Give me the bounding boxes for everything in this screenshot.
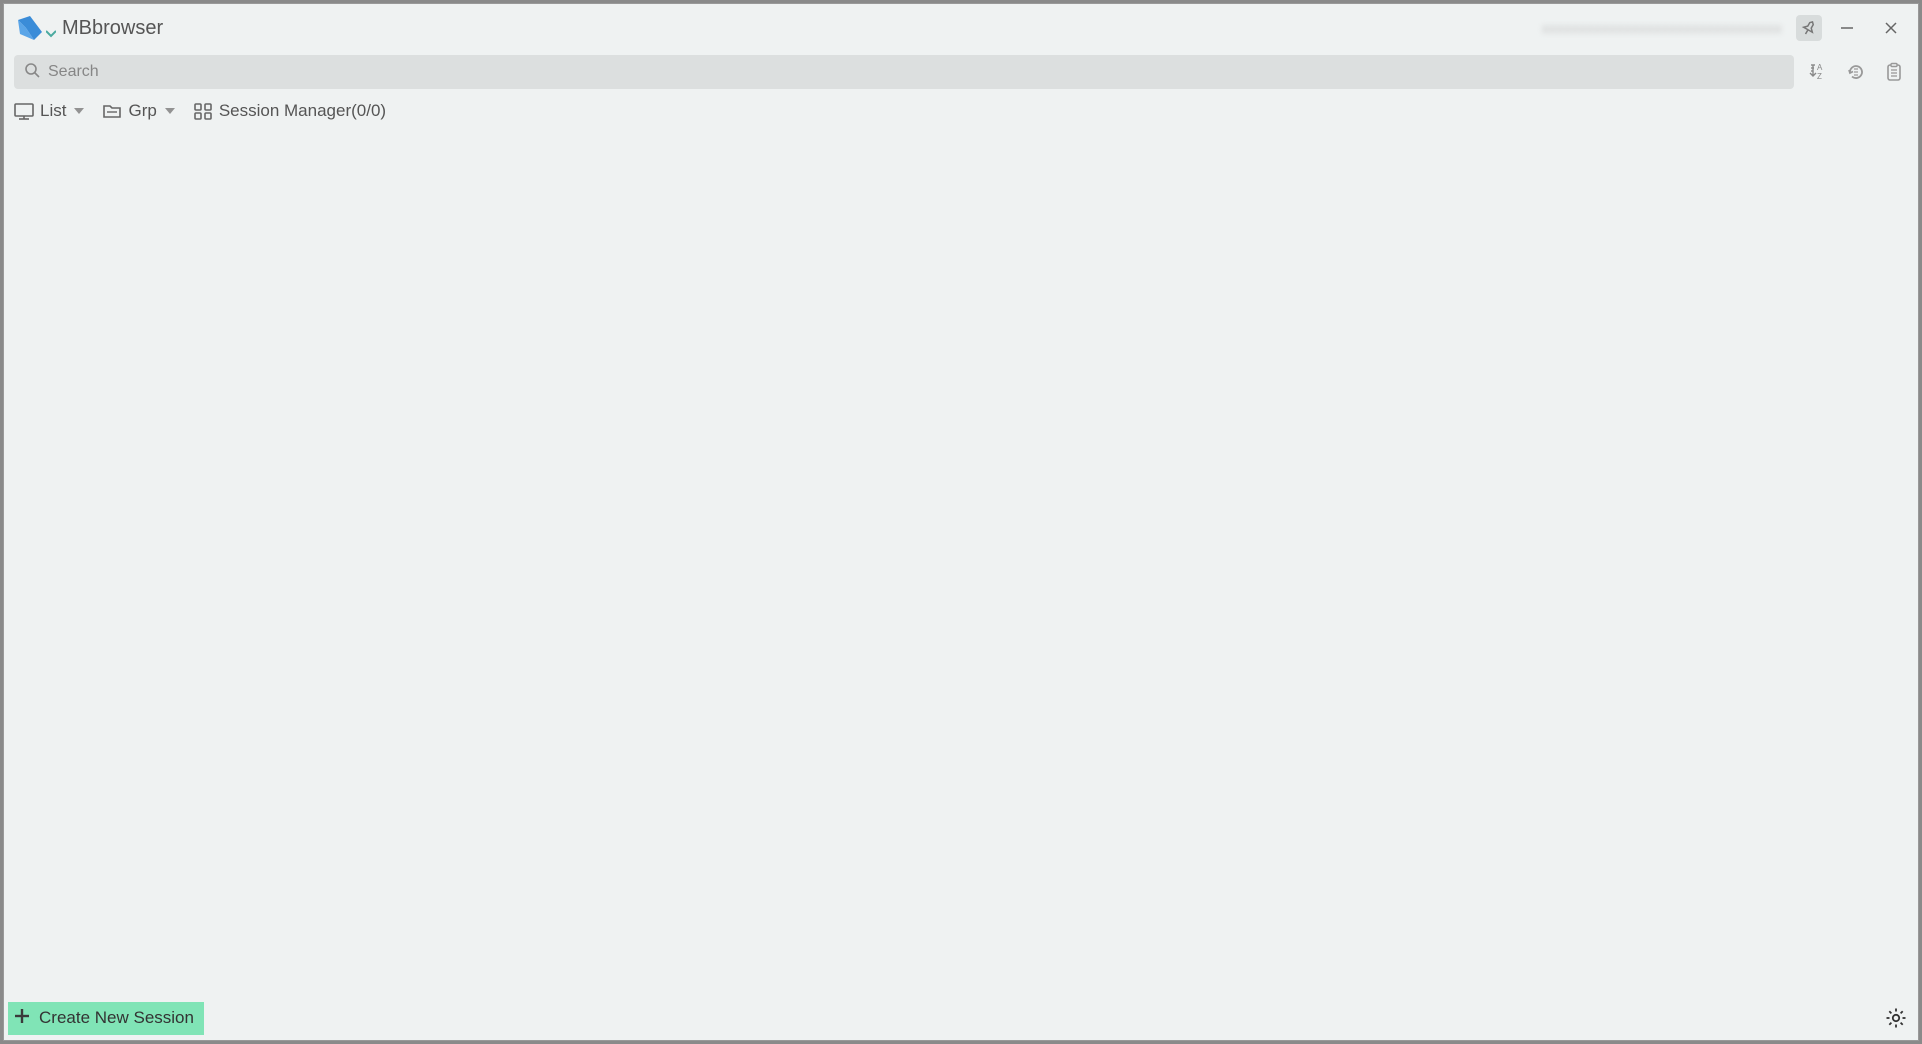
gear-icon [1885,1007,1907,1029]
bottom-bar: Create New Session [4,1000,1918,1040]
pin-icon [1801,20,1817,36]
svg-text:Z: Z [1817,72,1822,81]
minimize-icon [1840,21,1854,35]
close-button[interactable] [1872,13,1910,43]
folder-icon [102,102,122,120]
main-content-area [4,130,1918,1000]
session-manager-button[interactable]: Session Manager(0/0) [193,101,386,121]
grp-label: Grp [128,101,156,121]
settings-button[interactable] [1882,1004,1910,1032]
sort-az-icon: A Z [1808,62,1828,82]
title-bar-right: xxxxxxxxxxxxxxxxxxxxxxxxxxxxxxxx [1542,13,1910,43]
close-icon [1884,21,1898,35]
logo-dropdown-icon[interactable] [46,25,56,43]
group-view-button[interactable]: Grp [102,101,174,121]
app-window: MBbrowser xxxxxxxxxxxxxxxxxxxxxxxxxxxxxx… [3,3,1919,1041]
plus-icon [13,1007,31,1030]
search-input[interactable] [48,63,1784,81]
account-blurred-text: xxxxxxxxxxxxxxxxxxxxxxxxxxxxxxxx [1542,20,1782,36]
create-new-session-button[interactable]: Create New Session [8,1002,204,1035]
minimize-button[interactable] [1828,13,1866,43]
search-box[interactable] [14,55,1794,89]
search-row: A Z [4,52,1918,92]
clipboard-button[interactable] [1880,58,1908,86]
app-title: MBbrowser [62,17,163,40]
title-bar: MBbrowser xxxxxxxxxxxxxxxxxxxxxxxxxxxxxx… [4,4,1918,52]
pin-button[interactable] [1796,15,1822,41]
monitor-icon [14,102,34,120]
clipboard-icon [1884,62,1904,82]
list-label: List [40,101,66,121]
app-logo-icon [16,14,44,42]
refresh-icon [1846,62,1866,82]
refresh-button[interactable] [1842,58,1870,86]
list-view-button[interactable]: List [14,101,84,121]
chevron-down-icon [74,108,84,114]
search-icon [24,62,40,83]
view-bar: List Grp Session Manager(0/0) [4,92,1918,130]
session-manager-label: Session Manager(0/0) [219,101,386,121]
svg-text:A: A [1817,63,1823,72]
sort-button[interactable]: A Z [1804,58,1832,86]
chevron-down-icon [165,108,175,114]
create-session-label: Create New Session [39,1008,194,1028]
grid-icon [193,102,213,120]
